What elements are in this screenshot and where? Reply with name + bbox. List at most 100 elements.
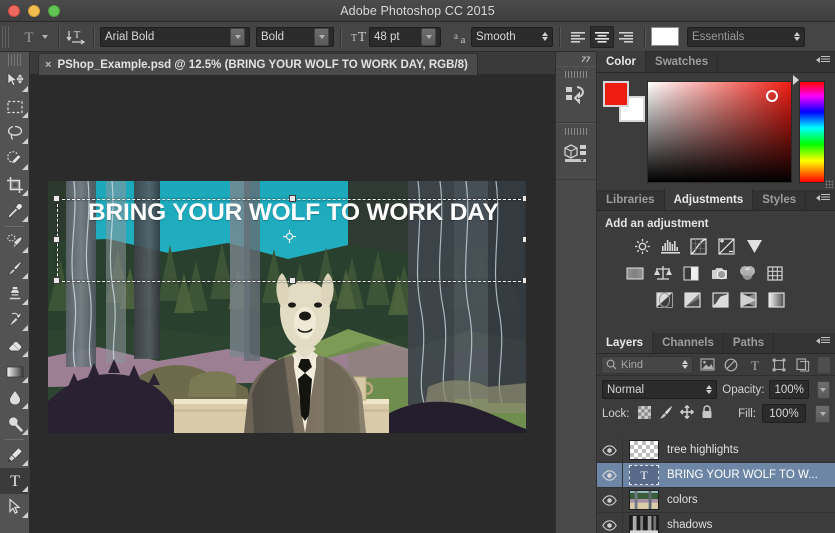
blur-tool[interactable]	[0, 385, 30, 411]
text-color-swatch[interactable]	[651, 27, 679, 46]
move-tool[interactable]	[0, 68, 30, 94]
document-tab[interactable]: × PShop_Example.psd @ 12.5% (BRING YOUR …	[38, 53, 478, 75]
stepper-icon[interactable]	[542, 32, 548, 41]
saturation-value-picker[interactable]	[647, 81, 792, 183]
hue-slider[interactable]	[799, 81, 825, 183]
opacity-input[interactable]: 100%	[769, 380, 808, 399]
text-orientation-icon[interactable]: T	[65, 26, 87, 48]
3d-panel-button[interactable]	[556, 123, 596, 180]
color-balance-icon[interactable]	[652, 263, 674, 283]
canvas-area[interactable]: BRING YOUR WOLF TO WORK DAY	[30, 75, 555, 533]
lasso-tool[interactable]	[0, 120, 30, 146]
crop-tool[interactable]	[0, 172, 30, 198]
brightness-contrast-icon[interactable]	[631, 236, 653, 256]
foreground-color-swatch[interactable]	[603, 81, 629, 107]
layer-name[interactable]: BRING YOUR WOLF TO W...	[667, 469, 818, 481]
chevron-down-icon[interactable]	[421, 28, 436, 46]
lock-position-icon[interactable]	[680, 405, 694, 422]
tab-layers[interactable]: Layers	[597, 332, 653, 353]
close-icon[interactable]: ×	[45, 59, 51, 71]
tool-preset-picker[interactable]: T	[14, 26, 52, 48]
history-brush-tool[interactable]	[0, 307, 30, 333]
anti-aliasing-select[interactable]: Smooth	[471, 27, 553, 47]
align-center-button[interactable]	[590, 26, 614, 48]
color-panel-menu-button[interactable]	[816, 56, 830, 64]
selective-color-icon[interactable]	[765, 290, 787, 310]
healing-brush-tool[interactable]	[0, 229, 30, 255]
artboard[interactable]: BRING YOUR WOLF TO WORK DAY	[48, 181, 526, 433]
channel-mixer-icon[interactable]	[736, 263, 758, 283]
table-row[interactable]: tree highlights	[597, 438, 835, 463]
layer-visibility-toggle[interactable]	[597, 513, 623, 533]
filter-type-icon[interactable]: T	[745, 356, 765, 374]
tools-panel-grip[interactable]	[8, 54, 21, 66]
tab-color[interactable]: Color	[597, 51, 646, 72]
photo-filter-icon[interactable]	[708, 263, 730, 283]
layer-thumbnail[interactable]	[629, 490, 659, 510]
filter-toggle-icon[interactable]	[817, 356, 831, 374]
stepper-icon[interactable]	[794, 32, 800, 41]
chevron-down-icon[interactable]	[230, 28, 245, 46]
lock-transparent-pixels-icon[interactable]	[638, 406, 651, 422]
hue-saturation-icon[interactable]	[624, 263, 646, 283]
type-tool[interactable]: T	[0, 468, 30, 494]
headline-text[interactable]: BRING YOUR WOLF TO WORK DAY	[88, 199, 508, 227]
layer-visibility-toggle[interactable]	[597, 488, 623, 513]
fill-dropdown-button[interactable]	[815, 405, 830, 423]
tab-paths[interactable]: Paths	[724, 332, 774, 353]
tab-styles[interactable]: Styles	[753, 189, 806, 210]
panel-resize-grip[interactable]	[825, 180, 833, 188]
posterize-icon[interactable]	[681, 290, 703, 310]
layers-panel-menu-button[interactable]	[816, 337, 830, 345]
filter-shape-icon[interactable]	[769, 356, 789, 374]
layer-thumbnail[interactable]	[629, 440, 659, 460]
layer-thumbnail[interactable]: T	[629, 465, 659, 485]
layer-name[interactable]: tree highlights	[667, 444, 739, 456]
tab-channels[interactable]: Channels	[653, 332, 724, 353]
layer-name[interactable]: shadows	[667, 519, 712, 531]
invert-icon[interactable]	[653, 290, 675, 310]
adjustments-panel-menu-button[interactable]	[816, 194, 830, 202]
black-white-icon[interactable]	[680, 263, 702, 283]
gradient-tool[interactable]	[0, 359, 30, 385]
filter-adjustment-icon[interactable]	[721, 356, 741, 374]
exposure-icon[interactable]	[715, 236, 737, 256]
tab-adjustments[interactable]: Adjustments	[665, 189, 754, 210]
history-panel-button[interactable]	[556, 66, 596, 123]
workspace-select[interactable]: Essentials	[687, 27, 805, 47]
tab-swatches[interactable]: Swatches	[646, 51, 718, 72]
font-style-select[interactable]: Bold	[256, 27, 334, 47]
chevron-down-icon[interactable]	[314, 28, 329, 46]
pen-tool[interactable]	[0, 442, 30, 468]
align-right-button[interactable]	[614, 26, 638, 48]
lock-image-pixels-icon[interactable]	[658, 405, 673, 422]
gradient-map-icon[interactable]	[737, 290, 759, 310]
layer-name[interactable]: colors	[667, 494, 698, 506]
threshold-icon[interactable]	[709, 290, 731, 310]
table-row[interactable]: T BRING YOUR WOLF TO W...	[597, 463, 835, 488]
eyedropper-tool[interactable]	[0, 198, 30, 224]
fill-input[interactable]: 100%	[762, 404, 806, 423]
layer-list[interactable]: tree highlights T BRING YOUR WOLF TO W..…	[597, 438, 835, 533]
lock-all-icon[interactable]	[701, 405, 713, 422]
vibrance-icon[interactable]	[743, 236, 765, 256]
dodge-tool[interactable]	[0, 411, 30, 437]
color-lookup-icon[interactable]	[764, 263, 786, 283]
layer-thumbnail[interactable]	[629, 515, 659, 533]
clone-stamp-tool[interactable]	[0, 281, 30, 307]
tab-libraries[interactable]: Libraries	[597, 189, 665, 210]
font-family-select[interactable]: Arial Bold	[100, 27, 250, 47]
brush-tool[interactable]	[0, 255, 30, 281]
opacity-dropdown-button[interactable]	[817, 381, 830, 399]
quick-selection-tool[interactable]	[0, 146, 30, 172]
table-row[interactable]: colors	[597, 488, 835, 513]
eraser-tool[interactable]	[0, 333, 30, 359]
blend-mode-select[interactable]: Normal	[602, 380, 717, 399]
align-left-button[interactable]	[566, 26, 590, 48]
filter-smart-object-icon[interactable]	[793, 356, 813, 374]
stepper-icon[interactable]	[706, 385, 712, 394]
curves-icon[interactable]	[687, 236, 709, 256]
layer-visibility-toggle[interactable]	[597, 438, 623, 463]
options-bar-grip[interactable]	[2, 26, 11, 48]
expand-panels-button[interactable]	[556, 52, 596, 66]
